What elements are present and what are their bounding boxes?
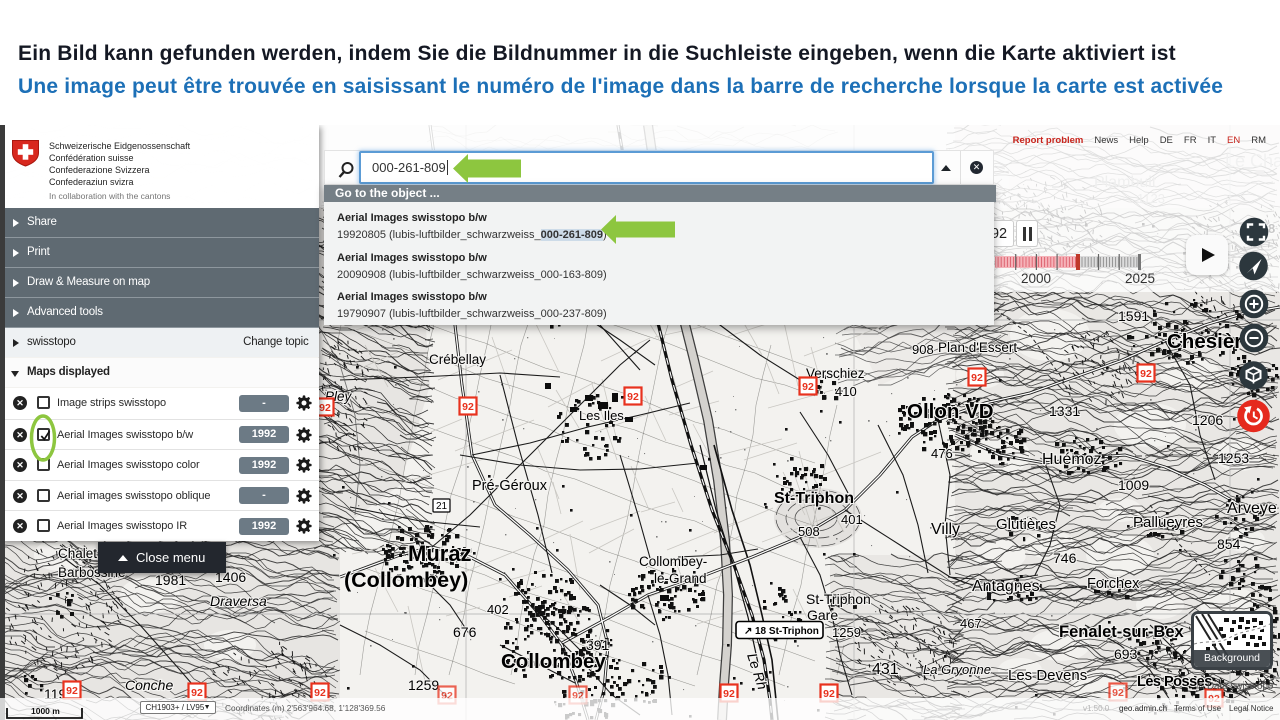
svg-text:21: 21: [436, 501, 448, 512]
svg-text:Plan d'Essert: Plan d'Essert: [938, 340, 1017, 355]
svg-text:Forchex: Forchex: [1087, 576, 1140, 592]
svg-text:Pré-Géroux: Pré-Géroux: [472, 478, 548, 494]
svg-text:La Gryonne: La Gryonne: [923, 662, 991, 677]
svg-text:693: 693: [1114, 646, 1138, 662]
svg-text:431: 431: [872, 661, 899, 678]
svg-text:676: 676: [453, 624, 477, 640]
svg-text:St-Triphon: St-Triphon: [806, 591, 871, 607]
svg-text:467: 467: [960, 616, 982, 631]
svg-text:Muraz: Muraz: [408, 541, 472, 566]
svg-text:le-Grand: le-Grand: [654, 571, 707, 586]
svg-text:Crébellay: Crébellay: [429, 352, 486, 367]
svg-text:410: 410: [835, 384, 857, 399]
svg-text:1000 m: 1000 m: [31, 706, 60, 716]
svg-text:92: 92: [1140, 368, 1152, 380]
svg-text:1206: 1206: [1192, 412, 1223, 428]
svg-text:Les Devens: Les Devens: [1008, 667, 1087, 684]
svg-text:(Collombey): (Collombey): [344, 568, 468, 592]
svg-text:92: 92: [802, 381, 814, 393]
svg-text:92: 92: [319, 402, 331, 414]
svg-text:Chalet: Chalet: [58, 546, 97, 561]
svg-text:Ollon VD: Ollon VD: [907, 400, 994, 423]
svg-text:508: 508: [798, 524, 820, 539]
svg-text:St-Triphon: St-Triphon: [774, 490, 854, 507]
svg-text:402: 402: [487, 602, 509, 617]
svg-text:1981: 1981: [155, 572, 186, 588]
svg-text:Villy: Villy: [931, 521, 960, 538]
svg-text:391: 391: [586, 637, 610, 653]
svg-text:Conche: Conche: [125, 677, 173, 693]
svg-text:1009: 1009: [1118, 477, 1149, 493]
svg-text:Gare: Gare: [807, 607, 838, 623]
svg-text:746: 746: [1053, 550, 1077, 566]
svg-text:1331: 1331: [1049, 403, 1080, 419]
svg-text:476: 476: [931, 446, 953, 461]
svg-text:Antagnes: Antagnes: [972, 578, 1040, 595]
svg-text:92: 92: [66, 685, 78, 697]
svg-text:1259: 1259: [832, 625, 861, 640]
svg-text:908: 908: [912, 342, 934, 357]
svg-text:Draversa: Draversa: [210, 593, 267, 609]
svg-text:401: 401: [841, 512, 863, 527]
svg-text:18 St-Triphon: 18 St-Triphon: [755, 626, 819, 637]
svg-text:Huémoz: Huémoz: [1042, 451, 1102, 468]
svg-text:1591: 1591: [1118, 308, 1149, 324]
svg-text:Collombey: Collombey: [501, 650, 606, 673]
svg-text:1259: 1259: [408, 677, 439, 693]
svg-text:Collombey-: Collombey-: [639, 554, 707, 569]
svg-text:↗: ↗: [744, 626, 752, 637]
svg-text:Fenalet-sur-Bex: Fenalet-sur-Bex: [1059, 623, 1185, 641]
svg-text:92: 92: [462, 401, 474, 413]
svg-text:Les Iles: Les Iles: [579, 408, 624, 423]
svg-text:92: 92: [971, 372, 983, 384]
svg-text:Glutières: Glutières: [996, 516, 1056, 533]
svg-text:Pallueyres: Pallueyres: [1133, 514, 1203, 531]
svg-text:92: 92: [627, 391, 639, 403]
